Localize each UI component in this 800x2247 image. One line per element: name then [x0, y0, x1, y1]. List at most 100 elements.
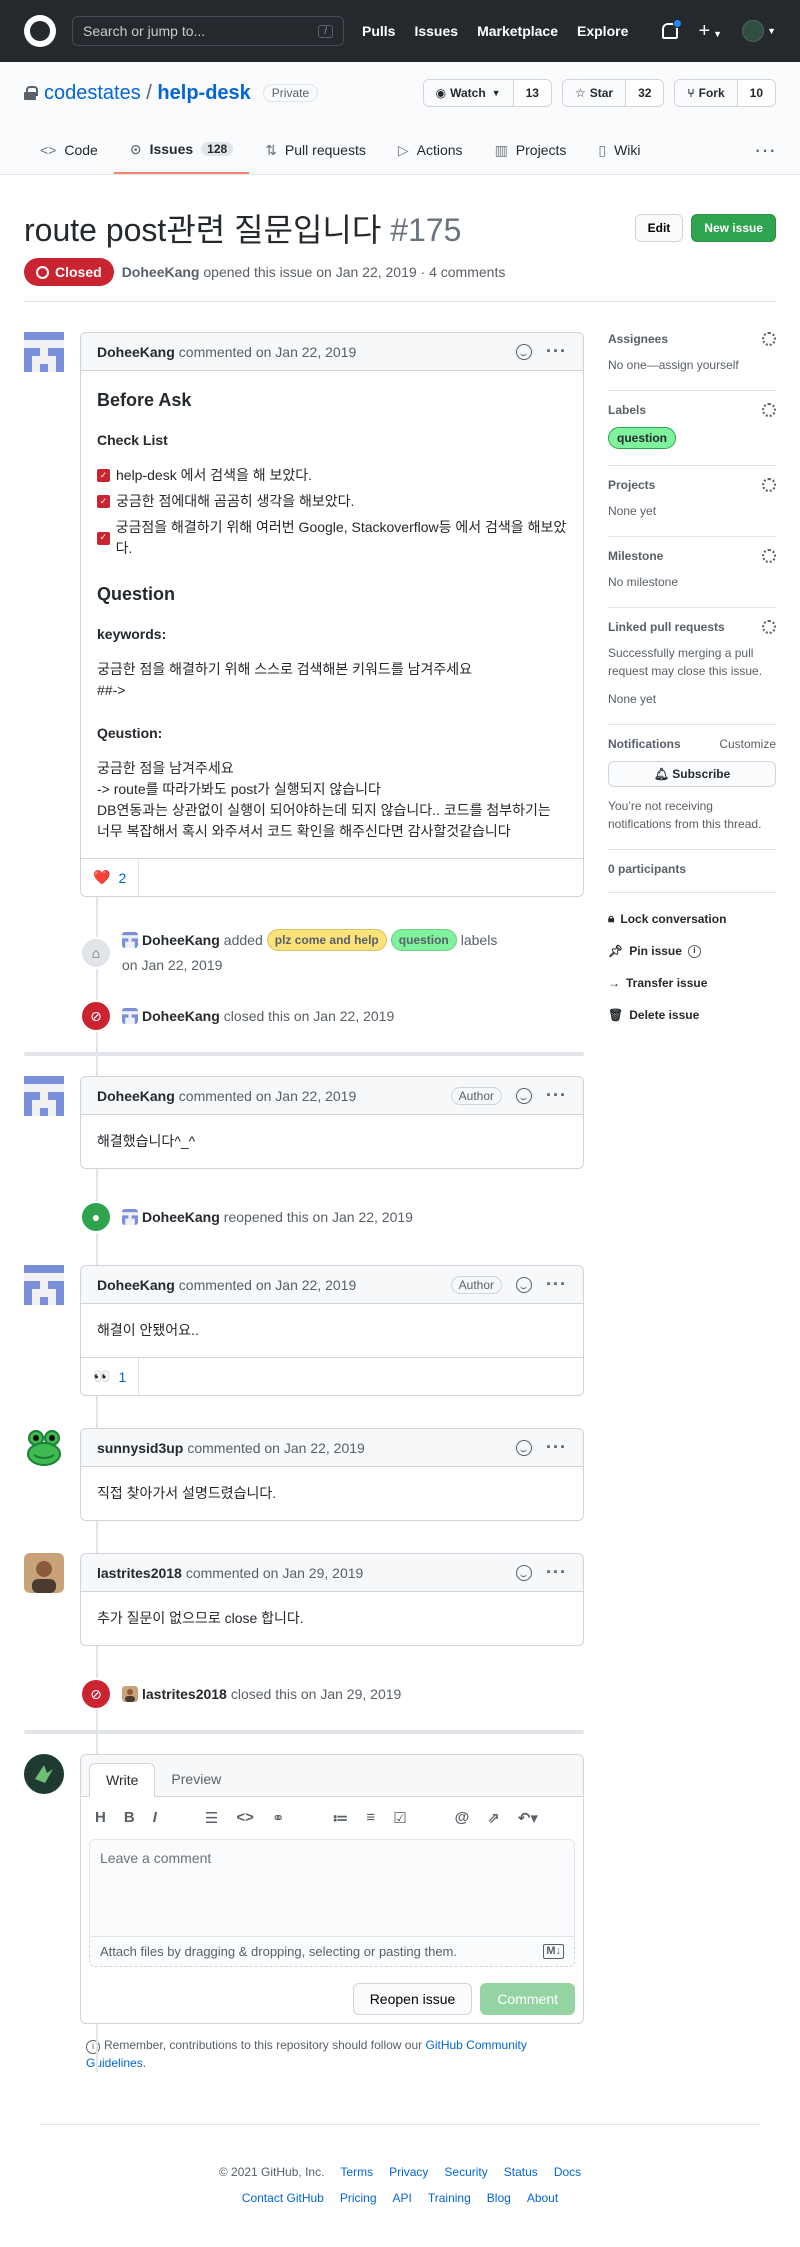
more-tabs-icon[interactable]: ···	[754, 126, 776, 174]
transfer-issue-link[interactable]: → Transfer issue	[608, 976, 776, 990]
create-new-menu[interactable]: + ▼	[698, 20, 722, 43]
footer-link-privacy[interactable]: Privacy	[389, 2165, 428, 2179]
comment-date[interactable]: commented on Jan 22, 2019	[179, 1277, 356, 1293]
reply-icon[interactable]: ↶▾	[518, 1809, 538, 1827]
avatar[interactable]	[24, 1076, 64, 1116]
add-reaction-icon[interactable]	[516, 1564, 533, 1581]
comment-author[interactable]: DoheeKang	[97, 1088, 175, 1104]
user-menu[interactable]: ▼	[742, 20, 776, 42]
tab-preview[interactable]: Preview	[155, 1763, 237, 1796]
code-icon[interactable]: <>	[236, 1809, 254, 1827]
kebab-menu-icon[interactable]: ···	[546, 341, 567, 362]
tab-pull-requests[interactable]: ⇅ Pull requests	[249, 126, 382, 174]
unordered-list-icon[interactable]: ≔	[332, 1809, 348, 1827]
kebab-menu-icon[interactable]: ···	[546, 1274, 567, 1295]
nav-explore[interactable]: Explore	[577, 23, 628, 39]
nav-pulls[interactable]: Pulls	[362, 23, 395, 39]
tab-projects[interactable]: ▥ Projects	[479, 126, 583, 174]
footer-link-about[interactable]: About	[527, 2191, 558, 2205]
repo-name-link[interactable]: help-desk	[157, 82, 250, 104]
cross-reference-icon[interactable]: ⇗	[487, 1809, 500, 1827]
comment-date[interactable]: commented on Jan 22, 2019	[179, 1088, 356, 1104]
task-list-icon[interactable]: ☑	[393, 1809, 406, 1827]
ordered-list-icon[interactable]: ≡	[366, 1809, 375, 1827]
nav-issues[interactable]: Issues	[414, 23, 458, 39]
comment-date[interactable]: commented on Jan 22, 2019	[187, 1440, 364, 1456]
comment-button[interactable]: Comment	[480, 1983, 575, 2015]
add-reaction-icon[interactable]	[516, 343, 533, 360]
avatar[interactable]	[24, 332, 64, 372]
gear-icon[interactable]	[762, 549, 776, 563]
github-logo-icon[interactable]	[24, 15, 56, 47]
kebab-menu-icon[interactable]: ···	[546, 1562, 567, 1583]
watch-button[interactable]: ◉ Watch ▼	[423, 80, 514, 106]
link-icon[interactable]: ⚭	[272, 1809, 285, 1827]
reaction-heart[interactable]: ❤️ 2	[93, 859, 140, 896]
customize-link[interactable]: Customize	[719, 737, 776, 751]
pin-issue-link[interactable]: 📌︎ Pin issue i	[608, 944, 776, 958]
comment-date[interactable]: commented on Jan 29, 2019	[186, 1565, 363, 1581]
attach-files-bar[interactable]: Attach files by dragging & dropping, sel…	[89, 1937, 575, 1967]
tab-code[interactable]: <> Code	[24, 126, 114, 174]
label-question[interactable]: question	[608, 427, 676, 449]
footer-link-blog[interactable]: Blog	[487, 2191, 511, 2205]
footer-link-security[interactable]: Security	[444, 2165, 487, 2179]
add-reaction-icon[interactable]	[516, 1087, 533, 1104]
fork-count[interactable]: 10	[737, 80, 775, 106]
gear-icon[interactable]	[762, 403, 776, 417]
heading-icon[interactable]: H	[95, 1809, 106, 1827]
event-date[interactable]: on Jan 22, 2019	[122, 955, 584, 976]
avatar[interactable]	[24, 1553, 64, 1593]
new-issue-button[interactable]: New issue	[691, 214, 776, 242]
tab-wiki[interactable]: ▯ Wiki	[582, 126, 656, 174]
repo-owner-link[interactable]: codestates	[44, 82, 141, 104]
reopen-issue-button[interactable]: Reopen issue	[352, 1983, 473, 2015]
label-question[interactable]: question	[390, 929, 457, 951]
nav-marketplace[interactable]: Marketplace	[477, 23, 558, 39]
footer-link-status[interactable]: Status	[504, 2165, 538, 2179]
gear-icon[interactable]	[762, 620, 776, 634]
tab-actions[interactable]: ▷ Actions	[382, 126, 479, 174]
add-reaction-icon[interactable]	[516, 1276, 533, 1293]
footer-link-pricing[interactable]: Pricing	[340, 2191, 377, 2205]
comment-author[interactable]: lastrites2018	[97, 1565, 182, 1581]
mention-icon[interactable]: @	[455, 1809, 470, 1827]
subscribe-button[interactable]: 🔔︎ Subscribe	[608, 761, 776, 787]
comment-textarea[interactable]: Leave a comment	[89, 1839, 575, 1937]
delete-issue-link[interactable]: 🗑︎ Delete issue	[608, 1008, 776, 1022]
reaction-eyes[interactable]: 👀 1	[93, 1358, 140, 1395]
kebab-menu-icon[interactable]: ···	[546, 1085, 567, 1106]
issue-author-link[interactable]: DoheeKang	[122, 264, 200, 280]
assignees-value[interactable]: No one—assign yourself	[608, 356, 776, 374]
gear-icon[interactable]	[762, 332, 776, 346]
edit-button[interactable]: Edit	[634, 214, 684, 242]
add-reaction-icon[interactable]	[516, 1439, 533, 1456]
star-count[interactable]: 32	[626, 80, 664, 106]
quote-icon[interactable]: ☰	[205, 1809, 218, 1827]
star-button[interactable]: ☆ Star	[562, 80, 627, 106]
footer-link-docs[interactable]: Docs	[554, 2165, 581, 2179]
fork-button[interactable]: ⑂ Fork	[675, 80, 738, 106]
markdown-icon[interactable]: M↓	[543, 1944, 564, 1959]
footer-link-terms[interactable]: Terms	[340, 2165, 373, 2179]
footer-link-contact[interactable]: Contact GitHub	[242, 2191, 324, 2205]
gear-icon[interactable]	[762, 478, 776, 492]
event-author[interactable]: lastrites2018	[142, 1684, 227, 1705]
search-input[interactable]: Search or jump to... /	[72, 16, 344, 46]
label-plz-come-and-help[interactable]: plz come and help	[266, 929, 387, 951]
lock-conversation-link[interactable]: 🔒︎ Lock conversation	[608, 911, 776, 926]
footer-link-api[interactable]: API	[393, 2191, 412, 2205]
notifications-bell-icon[interactable]	[662, 19, 683, 39]
event-author[interactable]: DoheeKang	[142, 1006, 220, 1027]
avatar[interactable]	[24, 1428, 64, 1468]
watch-count[interactable]: 13	[513, 80, 551, 106]
footer-link-training[interactable]: Training	[428, 2191, 471, 2205]
comment-author[interactable]: DoheeKang	[97, 1277, 175, 1293]
tab-issues[interactable]: ⊙ Issues 128	[113, 126, 250, 174]
kebab-menu-icon[interactable]: ···	[546, 1437, 567, 1458]
event-author[interactable]: DoheeKang	[142, 1207, 220, 1228]
event-author[interactable]: DoheeKang	[142, 930, 220, 951]
bold-icon[interactable]: B	[124, 1809, 135, 1827]
tab-write[interactable]: Write	[89, 1763, 156, 1797]
comment-author[interactable]: DoheeKang	[97, 344, 175, 360]
